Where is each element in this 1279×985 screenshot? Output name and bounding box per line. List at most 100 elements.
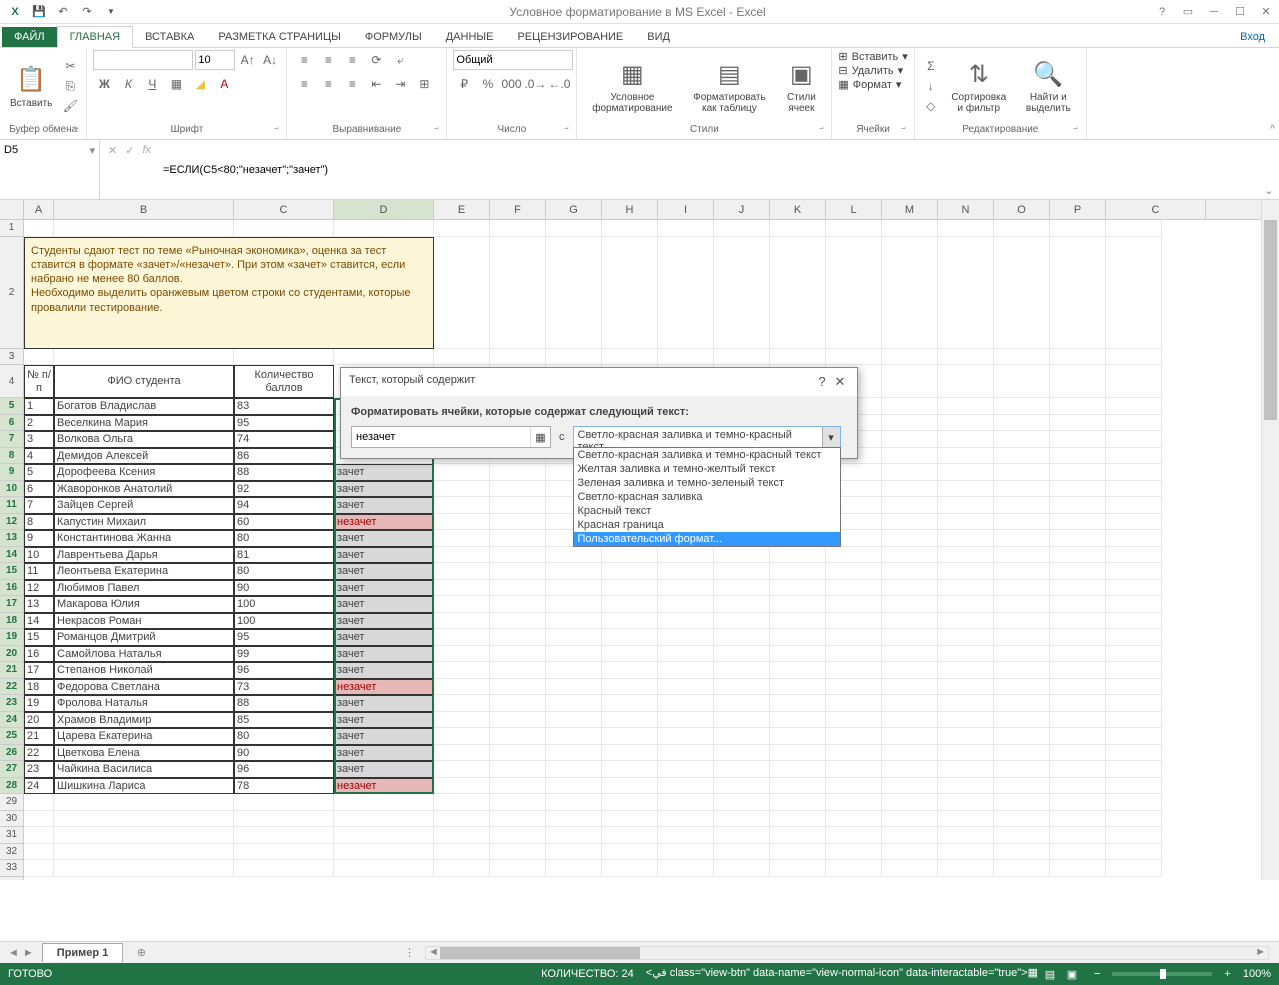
split-handle-icon[interactable]: ⋮: [404, 946, 415, 959]
cell[interactable]: [938, 695, 994, 712]
font-color-icon[interactable]: A: [213, 74, 235, 94]
cell[interactable]: [1050, 679, 1106, 696]
cell[interactable]: [602, 695, 658, 712]
row-header-27[interactable]: 27: [0, 761, 23, 778]
cell[interactable]: [546, 563, 602, 580]
cell[interactable]: [938, 398, 994, 415]
cell[interactable]: [334, 220, 434, 237]
cell[interactable]: [882, 580, 938, 597]
add-sheet-icon[interactable]: ⊕: [131, 943, 151, 963]
cell[interactable]: [826, 646, 882, 663]
cell[interactable]: [882, 365, 938, 398]
cell[interactable]: [546, 695, 602, 712]
cell[interactable]: [938, 794, 994, 811]
cell-score[interactable]: 78: [234, 778, 334, 795]
cell[interactable]: [546, 679, 602, 696]
cell[interactable]: [882, 778, 938, 795]
cell-fio[interactable]: Демидов Алексей: [54, 448, 234, 465]
cell[interactable]: [714, 220, 770, 237]
conditional-formatting-button[interactable]: ▦ Условное форматирование: [583, 54, 681, 118]
cell[interactable]: [770, 237, 826, 349]
italic-button[interactable]: К: [117, 74, 139, 94]
cell[interactable]: [1106, 679, 1162, 696]
cell[interactable]: [434, 761, 490, 778]
cell[interactable]: [938, 415, 994, 432]
cell[interactable]: [882, 448, 938, 465]
dropdown-option[interactable]: Пользовательский формат...: [574, 532, 840, 546]
column-header-J[interactable]: J: [714, 200, 770, 219]
cell[interactable]: [334, 860, 434, 877]
column-header-O[interactable]: O: [994, 200, 1050, 219]
name-box-dropdown-icon[interactable]: ▾: [89, 144, 95, 157]
cell[interactable]: [490, 794, 546, 811]
cell-score[interactable]: 74: [234, 431, 334, 448]
cell[interactable]: [602, 580, 658, 597]
cell[interactable]: [1050, 613, 1106, 630]
cell[interactable]: [826, 679, 882, 696]
cell[interactable]: [434, 811, 490, 828]
cell-result[interactable]: зачет: [334, 761, 434, 778]
cell-score[interactable]: 95: [234, 415, 334, 432]
cell[interactable]: [938, 646, 994, 663]
cell[interactable]: [1106, 563, 1162, 580]
cell-result[interactable]: зачет: [334, 712, 434, 729]
cell[interactable]: [1050, 811, 1106, 828]
cell-result[interactable]: зачет: [334, 629, 434, 646]
cell-fio[interactable]: Самойлова Наталья: [54, 646, 234, 663]
range-picker-icon[interactable]: ▦: [530, 427, 550, 447]
cell[interactable]: [826, 844, 882, 861]
cell[interactable]: [490, 563, 546, 580]
cell-score[interactable]: 80: [234, 530, 334, 547]
row-header-33[interactable]: 33: [0, 860, 23, 877]
cell[interactable]: [1050, 794, 1106, 811]
cell[interactable]: [826, 712, 882, 729]
column-header-H[interactable]: H: [602, 200, 658, 219]
cell-result[interactable]: зачет: [334, 563, 434, 580]
fill-color-icon[interactable]: ◢: [189, 74, 211, 94]
cell[interactable]: [658, 844, 714, 861]
cell-score[interactable]: 90: [234, 580, 334, 597]
cell[interactable]: [434, 237, 490, 349]
cell[interactable]: [434, 464, 490, 481]
cell[interactable]: [1050, 563, 1106, 580]
cell[interactable]: [714, 712, 770, 729]
header-fio[interactable]: ФИО студента: [54, 365, 234, 398]
cell[interactable]: [658, 745, 714, 762]
cell[interactable]: [1050, 629, 1106, 646]
cell[interactable]: [490, 497, 546, 514]
cell[interactable]: [938, 580, 994, 597]
cell[interactable]: [602, 349, 658, 366]
cell[interactable]: [1050, 662, 1106, 679]
cell[interactable]: [434, 745, 490, 762]
cell[interactable]: [1050, 778, 1106, 795]
align-center-icon[interactable]: ≡: [317, 74, 339, 94]
cell[interactable]: [994, 794, 1050, 811]
cell[interactable]: [546, 580, 602, 597]
row-header-28[interactable]: 28: [0, 778, 23, 795]
cell[interactable]: [770, 613, 826, 630]
cell[interactable]: [24, 844, 54, 861]
row-header-18[interactable]: 18: [0, 613, 23, 630]
cell-styles-button[interactable]: ▣ Стили ячеек: [777, 54, 825, 118]
cell-fio[interactable]: Жаворонков Анатолий: [54, 481, 234, 498]
cell[interactable]: [602, 596, 658, 613]
maximize-icon[interactable]: ☐: [1231, 3, 1249, 21]
increase-font-icon[interactable]: A↑: [237, 50, 258, 70]
cell-num[interactable]: 10: [24, 547, 54, 564]
cell[interactable]: [882, 514, 938, 531]
cell[interactable]: [1106, 844, 1162, 861]
cell-result[interactable]: зачет: [334, 596, 434, 613]
row-header-31[interactable]: 31: [0, 827, 23, 844]
cell[interactable]: [1050, 365, 1106, 398]
cell[interactable]: [602, 844, 658, 861]
cell[interactable]: [1106, 530, 1162, 547]
cell[interactable]: [1106, 860, 1162, 877]
number-format-select[interactable]: [453, 50, 573, 70]
cell[interactable]: [434, 712, 490, 729]
cell-fio[interactable]: Богатов Владислав: [54, 398, 234, 415]
cell[interactable]: [994, 530, 1050, 547]
hscroll-right-icon[interactable]: ►: [1255, 946, 1266, 958]
cell[interactable]: [658, 728, 714, 745]
cell[interactable]: [882, 349, 938, 366]
cell[interactable]: [602, 220, 658, 237]
